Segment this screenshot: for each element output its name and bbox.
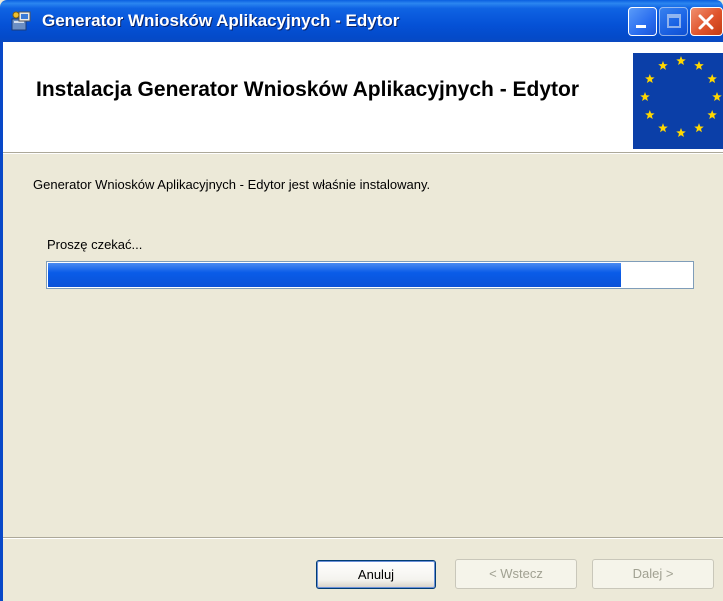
close-icon xyxy=(698,14,714,30)
installer-icon[interactable] xyxy=(11,10,33,32)
footer-divider xyxy=(3,537,723,539)
install-progress-bar xyxy=(46,261,694,289)
maximize-button[interactable] xyxy=(659,7,688,36)
header-divider xyxy=(3,152,723,154)
header-panel: Instalacja Generator Wniosków Aplikacyjn… xyxy=(3,42,723,152)
eu-flag-icon xyxy=(633,53,723,149)
next-button[interactable]: Dalej > xyxy=(592,559,714,589)
cancel-button[interactable]: Anuluj xyxy=(316,560,436,589)
close-button[interactable] xyxy=(690,7,723,36)
window-title: Generator Wniosków Aplikacyjnych - Edyto… xyxy=(42,11,400,30)
wait-label: Proszę czekać... xyxy=(47,237,143,252)
back-button[interactable]: < Wstecz xyxy=(455,559,577,589)
status-message: Generator Wniosków Aplikacyjnych - Edyto… xyxy=(33,177,431,192)
title-bar[interactable]: Generator Wniosków Aplikacyjnych - Edyto… xyxy=(0,0,723,42)
progress-fill xyxy=(48,263,621,287)
maximize-icon xyxy=(667,14,681,28)
minimize-button[interactable] xyxy=(628,7,657,36)
page-title: Instalacja Generator Wniosków Aplikacyjn… xyxy=(36,78,580,101)
minimize-icon xyxy=(636,25,646,28)
